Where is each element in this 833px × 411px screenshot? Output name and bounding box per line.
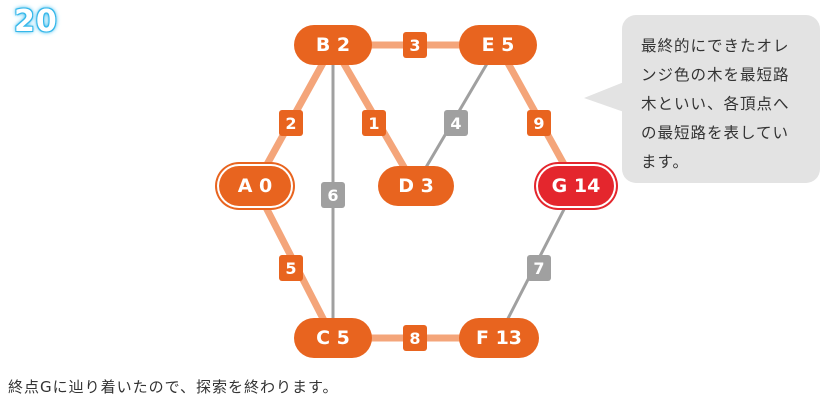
node-E: E 5	[459, 25, 537, 65]
node-A: A 0	[219, 166, 291, 206]
node-G: G 14	[538, 166, 614, 206]
speech-bubble-tail	[584, 82, 624, 112]
node-C: C 5	[294, 318, 372, 358]
weight-F-G: 7	[527, 255, 551, 281]
weight-E-G: 9	[527, 110, 551, 136]
speech-bubble: 最終的にできたオレ ンジ色の木を最短路 木といい、各頂点へ の最短路を表してい …	[622, 15, 820, 183]
node-D: D 3	[378, 166, 454, 206]
weight-A-B: 2	[279, 110, 303, 136]
weight-B-D: 1	[362, 110, 386, 136]
weight-A-C: 5	[279, 255, 303, 281]
node-F: F 13	[459, 318, 539, 358]
speech-bubble-text: 最終的にできたオレ ンジ色の木を最短路 木といい、各頂点へ の最短路を表してい …	[641, 37, 790, 171]
weight-B-C: 6	[321, 182, 345, 208]
weight-C-F: 8	[403, 325, 427, 351]
node-B: B 2	[294, 25, 372, 65]
weight-B-E: 3	[403, 32, 427, 58]
weight-D-E: 4	[444, 110, 468, 136]
caption: 終点Gに辿り着いたので、探索を終わります。	[8, 378, 339, 396]
